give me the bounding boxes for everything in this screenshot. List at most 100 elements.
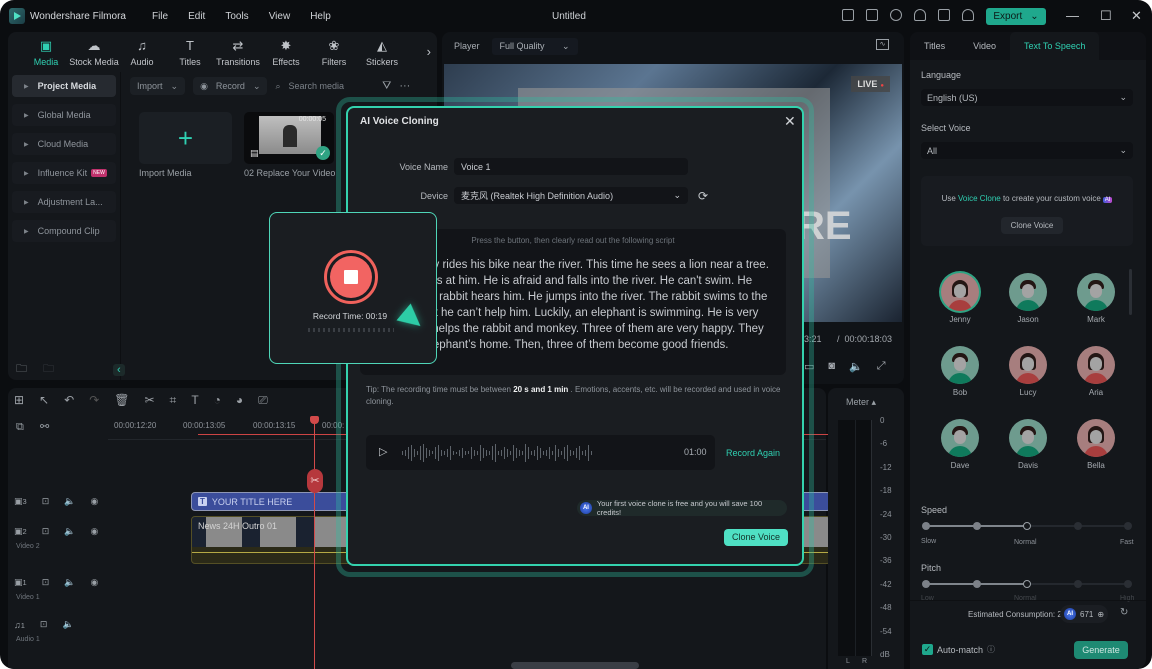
tab-titles[interactable]: T Titles <box>166 32 214 72</box>
refresh-devices-icon[interactable]: ⟳ <box>698 189 708 203</box>
delete-folder-icon[interactable]: 🗀 <box>43 360 54 379</box>
voice-item[interactable]: Mark <box>1062 273 1130 346</box>
slider-step[interactable] <box>922 580 930 588</box>
filter-icon[interactable]: ⛛ <box>382 80 391 93</box>
crop-icon[interactable]: ⌗ <box>170 393 177 408</box>
device-select[interactable]: 麦克风 (Realtek High Definition Audio) ⌄ <box>454 187 688 204</box>
tab-audio[interactable]: ♫ Audio <box>118 32 166 72</box>
help-icon[interactable]: ⓘ <box>987 644 995 655</box>
voice-item[interactable]: Dave <box>926 419 994 492</box>
voice-filter-select[interactable]: All ⌄ <box>921 142 1133 159</box>
timeline-scrollbar[interactable] <box>511 662 639 669</box>
clone-voice-button[interactable]: Clone Voice <box>1001 217 1063 234</box>
slider-step[interactable] <box>1124 580 1132 588</box>
speaker-icon[interactable]: 🔈 <box>64 526 75 537</box>
sidebar-item-cloud-media[interactable]: ▶ Cloud Media <box>12 133 116 155</box>
sidebar-item-adjustment-layer[interactable]: ▶ Adjustment La... <box>12 191 116 213</box>
add-track-icon[interactable]: ⧉ <box>16 421 24 434</box>
eye-icon[interactable]: ◉ <box>90 577 98 588</box>
menu-tools[interactable]: Tools <box>225 11 248 22</box>
split-scissors-icon[interactable]: ✂ <box>307 469 323 493</box>
menu-edit[interactable]: Edit <box>188 11 205 22</box>
tab-video[interactable]: Video <box>959 32 1010 60</box>
voice-item[interactable]: Bob <box>926 346 994 419</box>
play-icon[interactable]: ▷ <box>379 445 387 458</box>
speaker-icon[interactable]: 🔈 <box>64 577 75 588</box>
search-input[interactable]: Search media <box>289 81 345 91</box>
support-headset-icon[interactable] <box>914 9 926 21</box>
tab-media[interactable]: ▣ Media <box>22 32 70 72</box>
eye-icon[interactable]: ◉ <box>90 496 98 507</box>
voice-name-input[interactable]: Voice 1 <box>454 158 688 175</box>
import-dropdown[interactable]: Import ⌄ <box>130 77 186 95</box>
voice-clone-link[interactable]: Voice Clone <box>958 194 1001 203</box>
credits-balance[interactable]: AI 671 ⊕ <box>1060 605 1108 623</box>
waveform-scope-icon[interactable]: ∿ <box>876 39 889 50</box>
undo-icon[interactable]: ↶ <box>64 393 74 408</box>
unlink-icon[interactable]: ⚯ <box>40 420 49 433</box>
lock-icon[interactable]: ⊡ <box>40 619 48 630</box>
voice-item[interactable]: Jason <box>994 273 1062 346</box>
slider-step[interactable] <box>922 522 930 530</box>
tab-filters[interactable]: ❀ Filters <box>310 32 358 72</box>
apps-grid-icon[interactable] <box>938 9 950 21</box>
menu-view[interactable]: View <box>269 11 291 22</box>
sidebar-item-compound-clip[interactable]: ▶ Compound Clip <box>12 220 116 242</box>
slider-step[interactable] <box>972 522 981 530</box>
playhead[interactable] <box>314 416 315 669</box>
voice-item[interactable]: Bella <box>1062 419 1130 492</box>
voice-item[interactable]: Jenny <box>926 273 994 346</box>
maximize-button[interactable]: ☐ <box>1100 8 1112 24</box>
tab-transitions[interactable]: ⇄ Transitions <box>214 32 262 72</box>
voice-list-scrollbar[interactable] <box>1129 269 1132 315</box>
stop-recording-button[interactable] <box>324 250 378 304</box>
voice-item[interactable]: Davis <box>994 419 1062 492</box>
lock-icon[interactable]: ⊡ <box>42 577 50 588</box>
auto-match-checkbox[interactable]: ✓ Auto-match ⓘ <box>922 644 995 655</box>
slider-step[interactable] <box>1073 580 1082 588</box>
close-icon[interactable]: ✕ <box>784 113 796 130</box>
save-icon[interactable] <box>866 9 878 21</box>
slider-step[interactable] <box>972 580 981 588</box>
volume-icon[interactable]: 🔈 <box>849 360 863 373</box>
color-palette-icon[interactable]: ◕ <box>236 393 243 408</box>
refresh-credits-icon[interactable]: ↻ <box>1120 607 1128 618</box>
speed-icon[interactable]: ◔ <box>214 393 221 408</box>
voice-item[interactable]: Lucy <box>994 346 1062 419</box>
menu-file[interactable]: File <box>152 11 168 22</box>
more-options-icon[interactable]: ··· <box>399 80 410 92</box>
new-folder-icon[interactable]: 🗀 <box>16 360 27 379</box>
layout-grid-icon[interactable]: ⊞ <box>14 393 24 408</box>
lock-icon[interactable]: ⊡ <box>42 496 50 507</box>
snapshot-camera-icon[interactable]: ◙ <box>828 360 835 373</box>
select-pointer-icon[interactable]: ↖ <box>39 393 49 408</box>
tab-titles[interactable]: Titles <box>910 32 959 60</box>
menu-help[interactable]: Help <box>310 11 331 22</box>
add-credits-icon[interactable]: ⊕ <box>1097 610 1104 619</box>
sidebar-item-global-media[interactable]: ▶ Global Media <box>12 104 116 126</box>
tab-stickers[interactable]: ◭ Stickers <box>358 32 406 72</box>
voice-item[interactable]: Aria <box>1062 346 1130 419</box>
account-icon[interactable] <box>962 9 974 21</box>
speaker-icon[interactable]: 🔈 <box>64 496 75 507</box>
slider-step[interactable] <box>1124 522 1132 530</box>
eye-icon[interactable]: ◉ <box>90 526 98 537</box>
redo-icon[interactable]: ↷ <box>89 393 99 408</box>
sidebar-item-influence-kit[interactable]: ▶ Influence Kit NEW <box>12 162 116 184</box>
lock-icon[interactable]: ⊡ <box>42 526 50 537</box>
meter-title[interactable]: Meter ▴ <box>846 397 876 408</box>
clone-voice-submit-button[interactable]: Clone Voice <box>724 529 788 546</box>
minimize-button[interactable]: — <box>1066 8 1079 23</box>
layout-icon[interactable] <box>842 9 854 21</box>
export-button[interactable]: Export ⌄ <box>986 8 1046 25</box>
sidebar-item-project-media[interactable]: ▶ Project Media <box>12 75 116 97</box>
scissors-icon[interactable]: ✂ <box>144 393 154 408</box>
media-item-video[interactable]: 00:00:05 ▤ ✓ <box>244 112 334 164</box>
import-media-card[interactable]: + <box>139 112 232 164</box>
close-window-button[interactable]: ✕ <box>1131 8 1142 24</box>
tab-stock-media[interactable]: ☁ Stock Media <box>69 32 119 72</box>
chevron-right-icon[interactable]: › <box>427 44 431 59</box>
slider-handle[interactable] <box>1023 580 1031 588</box>
pitch-slider[interactable] <box>922 579 1132 589</box>
record-screen-icon[interactable]: ⎚ <box>258 393 268 408</box>
